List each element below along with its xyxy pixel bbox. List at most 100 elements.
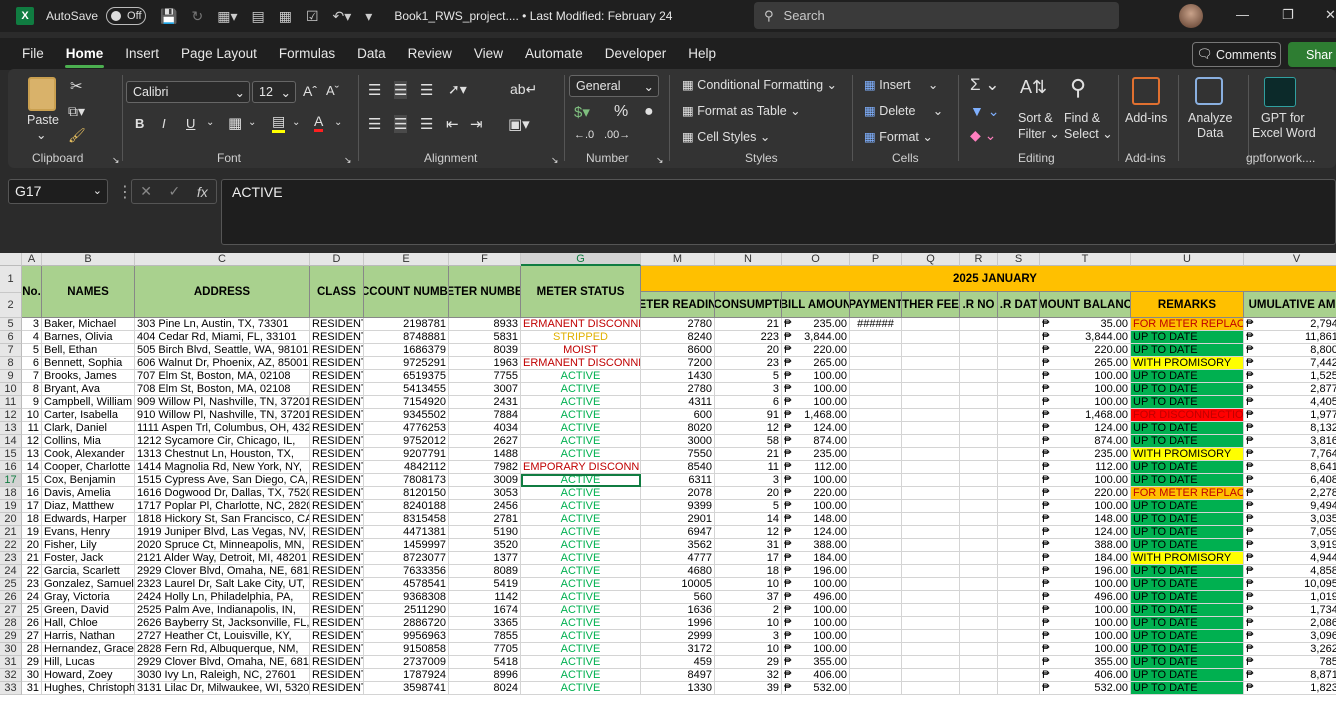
cell-status[interactable]: ACTIVE [521, 409, 641, 422]
cell-rem[interactable]: UP TO DATE [1131, 604, 1244, 617]
menu-formulas[interactable]: Formulas [268, 38, 346, 70]
cell-empty[interactable] [960, 617, 998, 630]
cell-empty[interactable] [960, 552, 998, 565]
cell-cls[interactable]: RESIDENTI [310, 591, 364, 604]
cell-read[interactable]: 7550 [641, 448, 715, 461]
column-header-D[interactable]: D [310, 253, 364, 266]
cell-no[interactable]: 29 [22, 656, 42, 669]
column-header-N[interactable]: N [715, 253, 782, 266]
menu-insert[interactable]: Insert [114, 38, 170, 70]
cell-bal[interactable]: 100.00 ₱ [1040, 383, 1131, 396]
cell-empty[interactable] [960, 461, 998, 474]
cell-meter[interactable]: 2627 [449, 435, 521, 448]
cell-status[interactable]: STRIPPED [521, 331, 641, 344]
cell-empty[interactable] [998, 422, 1040, 435]
cell-meter[interactable]: 3007 [449, 383, 521, 396]
cell-rem[interactable]: UP TO DATE [1131, 565, 1244, 578]
cell-empty[interactable] [960, 318, 998, 331]
bold-icon[interactable]: B [135, 116, 144, 131]
cell-no[interactable]: 8 [22, 383, 42, 396]
fill-color-icon[interactable]: ▤ [272, 113, 286, 133]
cell-read[interactable]: 10005 [641, 578, 715, 591]
cell-acct[interactable]: 2737009 [364, 656, 449, 669]
decrease-font-icon[interactable]: Aˇ [326, 83, 339, 98]
cell-bal[interactable]: 235.00 ₱ [1040, 448, 1131, 461]
cell-status[interactable]: ACTIVE [521, 435, 641, 448]
cell-empty[interactable] [960, 474, 998, 487]
row-header-2[interactable]: 2 [0, 293, 22, 318]
cell-rem[interactable]: UP TO DATE [1131, 331, 1244, 344]
column-header-P[interactable]: P [850, 253, 902, 266]
cell-status[interactable]: ACTIVE [521, 539, 641, 552]
cell-meter[interactable]: 7855 [449, 630, 521, 643]
cell-addr[interactable]: 2929 Clover Blvd, Omaha, NE, 68101 [135, 656, 310, 669]
cell-status[interactable]: ACTIVE [521, 591, 641, 604]
cell-cum[interactable]: 9,494.0₱ [1244, 500, 1336, 513]
cell-cum[interactable]: 3,919.0₱ [1244, 539, 1336, 552]
cell-read[interactable]: 4680 [641, 565, 715, 578]
row-header[interactable]: 28 [0, 617, 22, 630]
cell-cls[interactable]: RESIDENTI [310, 422, 364, 435]
gpt-icon[interactable] [1264, 77, 1296, 107]
menu-help[interactable]: Help [677, 38, 727, 70]
cell-cons[interactable]: 37 [715, 591, 782, 604]
cell-cum[interactable]: 2,877.0₱ [1244, 383, 1336, 396]
cell-addr[interactable]: 404 Cedar Rd, Miami, FL, 33101 [135, 331, 310, 344]
cell-acct[interactable]: 1787924 [364, 669, 449, 682]
cell-name[interactable]: Garcia, Scarlett [42, 565, 135, 578]
cell-meter[interactable]: 1674 [449, 604, 521, 617]
cell-cls[interactable]: RESIDENTI [310, 318, 364, 331]
row-header[interactable]: 5 [0, 318, 22, 331]
cell-addr[interactable]: 1414 Magnolia Rd, New York, NY, [135, 461, 310, 474]
cell-rem[interactable]: UP TO DATE [1131, 669, 1244, 682]
layout-icon[interactable]: ▦▾ [217, 8, 237, 25]
cell-acct[interactable]: 9345502 [364, 409, 449, 422]
cell-acct[interactable]: 9150858 [364, 643, 449, 656]
cell-meter[interactable]: 7755 [449, 370, 521, 383]
cell-no[interactable]: 6 [22, 357, 42, 370]
cell-cls[interactable]: RESIDENTI [310, 643, 364, 656]
cell-read[interactable]: 1330 [641, 682, 715, 695]
cell-bal[interactable]: 100.00 ₱ [1040, 604, 1131, 617]
column-header-G[interactable]: G [521, 253, 641, 266]
merge-center-icon[interactable]: ▣▾ [508, 115, 530, 133]
cell-cum[interactable]: 2,794.0₱ [1244, 318, 1336, 331]
cell-meter[interactable]: 2781 [449, 513, 521, 526]
cell-cls[interactable]: RESIDENTI [310, 526, 364, 539]
cell-empty[interactable] [998, 630, 1040, 643]
cell-status[interactable]: ACTIVE [521, 487, 641, 500]
cell-bill[interactable]: 406.00 ₱ [782, 669, 850, 682]
cell-no[interactable]: 13 [22, 448, 42, 461]
cell-cons[interactable]: 21 [715, 448, 782, 461]
cell-empty[interactable] [902, 617, 960, 630]
cell-bill[interactable]: 100.00 ₱ [782, 643, 850, 656]
increase-decimal-icon[interactable]: ←.0 [574, 129, 594, 141]
cell-acct[interactable]: 7808173 [364, 474, 449, 487]
cell-status[interactable]: ACTIVE [521, 682, 641, 695]
cell-empty[interactable] [960, 526, 998, 539]
cell-read[interactable]: 2078 [641, 487, 715, 500]
menu-home[interactable]: Home [55, 38, 115, 70]
row-header[interactable]: 25 [0, 578, 22, 591]
cell-acct[interactable]: 4776253 [364, 422, 449, 435]
row-header[interactable]: 18 [0, 487, 22, 500]
cell-empty[interactable] [960, 591, 998, 604]
cell-acct[interactable]: 4578541 [364, 578, 449, 591]
cell-no[interactable]: 17 [22, 500, 42, 513]
cell-no[interactable]: 26 [22, 617, 42, 630]
cell-acct[interactable]: 1459997 [364, 539, 449, 552]
cell-empty[interactable] [998, 617, 1040, 630]
cell-status[interactable]: ACTIVE [521, 617, 641, 630]
cell-read[interactable]: 1430 [641, 370, 715, 383]
share-button[interactable]: Shar [1288, 42, 1336, 67]
cell-read[interactable]: 8540 [641, 461, 715, 474]
cell-empty[interactable] [960, 370, 998, 383]
cell-no[interactable]: 9 [22, 396, 42, 409]
cell-addr[interactable]: 1313 Chestnut Ln, Houston, TX, [135, 448, 310, 461]
cell-empty[interactable] [998, 513, 1040, 526]
cell-cons[interactable]: 12 [715, 526, 782, 539]
cell-cons[interactable]: 2 [715, 604, 782, 617]
cell-status[interactable]: ACTIVE [521, 422, 641, 435]
row-header[interactable]: 26 [0, 591, 22, 604]
cell-read[interactable]: 8600 [641, 344, 715, 357]
